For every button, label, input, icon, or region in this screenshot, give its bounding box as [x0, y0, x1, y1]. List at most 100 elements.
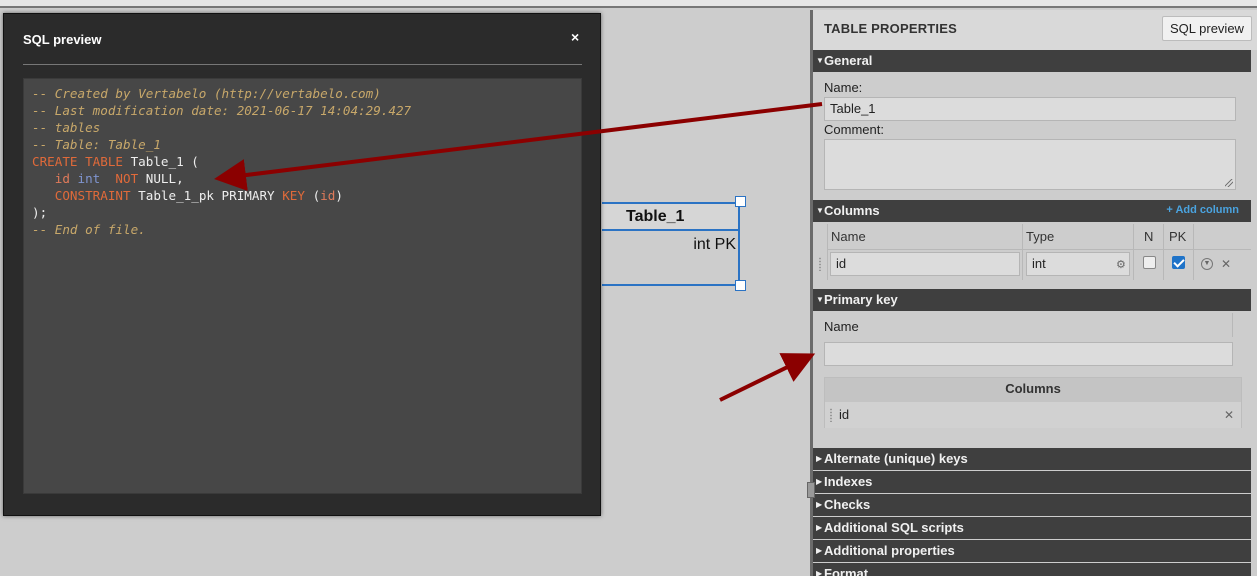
grid-divider: [827, 224, 828, 280]
delete-icon[interactable]: ✕: [1221, 257, 1231, 271]
triangle-right-icon: ▶: [816, 500, 823, 509]
section-title: Additional SQL scripts: [824, 520, 964, 535]
code-token: int: [77, 171, 108, 186]
triangle-down-icon: ▼: [816, 56, 824, 65]
gear-icon[interactable]: ⚙: [1116, 258, 1126, 271]
section-title: General: [824, 53, 873, 68]
code-token: ): [335, 188, 343, 203]
section-format-header[interactable]: ▶ Format: [813, 563, 1251, 576]
column-header-pk: PK: [1169, 229, 1187, 244]
code-token: -- Table: Table_1: [32, 137, 161, 152]
section-title: Checks: [824, 497, 871, 512]
triangle-down-icon: ▼: [816, 206, 824, 215]
code-token: );: [32, 205, 48, 220]
column-header-nullable: N: [1144, 229, 1154, 244]
pk-name-input[interactable]: [824, 342, 1233, 366]
code-token: -- End of file.: [32, 222, 146, 237]
grid-divider: [827, 249, 1251, 250]
sql-preview-dialog: SQL preview × -- Created by Vertabelo (h…: [3, 13, 601, 516]
resize-handle-top-right[interactable]: [735, 196, 746, 207]
section-checks-header[interactable]: ▶ Checks: [813, 494, 1251, 516]
section-columns-header[interactable]: ▼ Columns + Add column: [813, 200, 1251, 222]
dialog-title: SQL preview: [23, 32, 102, 47]
panel-splitter-handle[interactable]: [807, 482, 815, 498]
triangle-right-icon: ▶: [816, 523, 823, 532]
table-properties-panel: TABLE PROPERTIES SQL preview ▼ General N…: [810, 10, 1257, 576]
list-item: id ✕: [825, 402, 1241, 428]
grid-divider: [1163, 224, 1164, 280]
code-token: NOT: [107, 171, 146, 186]
drag-handle-icon[interactable]: [829, 408, 833, 422]
column-name-input[interactable]: id: [830, 252, 1020, 276]
triangle-right-icon: ▶: [816, 546, 823, 555]
section-indexes-header[interactable]: ▶ Indexes: [813, 471, 1251, 493]
code-token: -- tables: [32, 120, 101, 135]
column-type-input[interactable]: int: [1026, 252, 1130, 276]
drag-handle-icon[interactable]: [818, 257, 822, 271]
section-alternate-keys-header[interactable]: ▶ Alternate (unique) keys: [813, 448, 1251, 470]
section-title: Indexes: [824, 474, 873, 489]
code-token: id: [320, 188, 336, 203]
pk-columns-box: Columns id ✕: [824, 377, 1242, 428]
code-line: -- tables: [32, 119, 581, 136]
section-title: Columns: [824, 203, 880, 218]
grid-divider: [1133, 224, 1134, 280]
diagram-table-entity[interactable]: Table_1 int PK: [602, 202, 740, 286]
panel-title: TABLE PROPERTIES: [824, 21, 957, 36]
triangle-down-icon: ▼: [816, 295, 824, 304]
code-token: -- Last modification date: 2021-06-17 14…: [32, 103, 412, 118]
code-line: -- Last modification date: 2021-06-17 14…: [32, 102, 581, 119]
grid-divider: [1022, 224, 1023, 280]
triangle-right-icon: ▶: [816, 454, 823, 463]
code-line: CONSTRAINT Table_1_pk PRIMARY KEY (id): [32, 187, 581, 204]
top-toolbar-strip: [0, 0, 1257, 8]
code-line: -- End of file.: [32, 221, 581, 238]
sql-preview-button[interactable]: SQL preview: [1162, 16, 1252, 41]
section-title: Primary key: [824, 292, 898, 307]
section-title: Format: [824, 566, 869, 576]
name-label: Name:: [824, 80, 863, 95]
code-token: NULL,: [145, 171, 184, 186]
comment-label: Comment:: [824, 122, 884, 137]
section-additional-properties-header[interactable]: ▶ Additional properties: [813, 540, 1251, 562]
code-token: -- Created by Vertabelo (http://vertabel…: [32, 86, 381, 101]
comment-textarea[interactable]: [824, 139, 1236, 190]
column-header-name: Name: [831, 229, 866, 244]
grid-divider: [1193, 224, 1194, 280]
add-column-link[interactable]: + Add column: [1166, 200, 1239, 221]
column-header-type: Type: [1026, 229, 1055, 244]
close-icon[interactable]: ×: [571, 29, 579, 45]
chevron-down-icon[interactable]: ▼: [1201, 258, 1213, 270]
entity-title: Table_1: [602, 204, 738, 231]
code-line: -- Created by Vertabelo (http://vertabel…: [32, 85, 581, 102]
table-name-input[interactable]: Table_1: [824, 97, 1236, 121]
sql-code-block[interactable]: -- Created by Vertabelo (http://vertabel…: [23, 78, 582, 494]
section-general-header[interactable]: ▼ General: [813, 50, 1251, 72]
section-sql-scripts-header[interactable]: ▶ Additional SQL scripts: [813, 517, 1251, 539]
pk-name-label: Name: [824, 319, 859, 334]
grid-divider: [1232, 313, 1233, 337]
pk-checkbox[interactable]: [1172, 256, 1185, 269]
code-token: Table_1_pk PRIMARY: [138, 188, 283, 203]
code-token: KEY: [282, 188, 313, 203]
code-line: CREATE TABLE Table_1 (: [32, 153, 581, 170]
code-line: -- Table: Table_1: [32, 136, 581, 153]
nullable-checkbox[interactable]: [1143, 256, 1156, 269]
code-line: id int NOT NULL,: [32, 170, 581, 187]
code-token: Table_1 (: [130, 154, 199, 169]
section-primary-key-header[interactable]: ▼ Primary key: [813, 289, 1251, 311]
resize-grip-icon[interactable]: [1225, 179, 1233, 187]
resize-handle-bottom-right[interactable]: [735, 280, 746, 291]
delete-icon[interactable]: ✕: [1224, 408, 1234, 422]
code-token: CREATE TABLE: [32, 154, 131, 169]
entity-column-row: int PK: [693, 236, 736, 253]
section-title: Additional properties: [824, 543, 955, 558]
pk-columns-header: Columns: [1005, 381, 1061, 396]
code-token: CONSTRAINT: [32, 188, 139, 203]
triangle-right-icon: ▶: [816, 569, 823, 576]
section-title: Alternate (unique) keys: [824, 451, 968, 466]
panel-header: TABLE PROPERTIES SQL preview: [813, 10, 1257, 50]
triangle-right-icon: ▶: [816, 477, 823, 486]
code-line: );: [32, 204, 581, 221]
pk-column-name: id: [839, 407, 850, 422]
